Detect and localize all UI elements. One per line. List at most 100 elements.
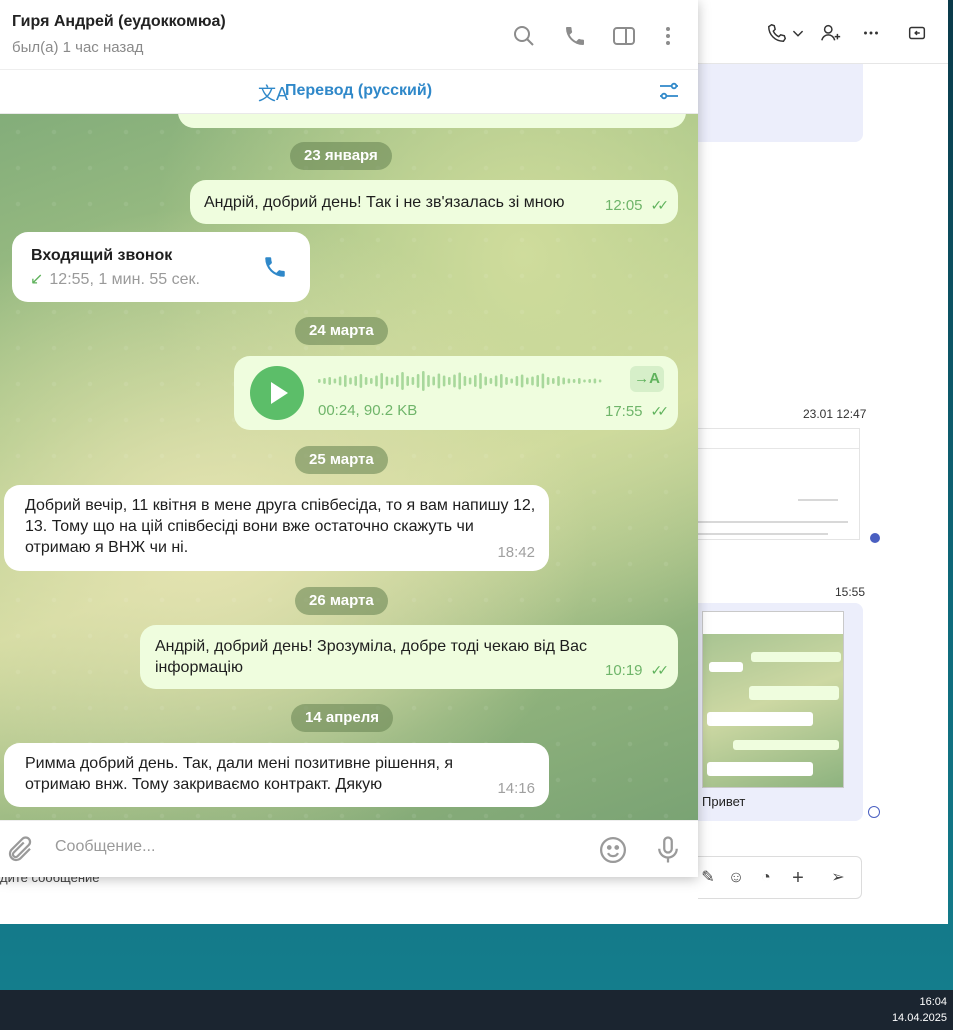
screenshot-thumbnail[interactable] <box>702 611 844 788</box>
waveform-bar <box>572 379 576 383</box>
call-back-phone-icon[interactable] <box>262 254 288 280</box>
sidebar-toggle-icon[interactable] <box>906 22 928 44</box>
waveform-bar <box>583 379 586 383</box>
waveform-bar <box>375 375 378 387</box>
background-message-text: Привет <box>702 794 746 809</box>
message-time: 14:16 <box>497 780 535 797</box>
waveform-bar <box>479 373 482 389</box>
waveform-bar <box>453 374 456 388</box>
date-separator: 14 апреля <box>291 704 394 732</box>
message-bubble-partial <box>178 114 686 128</box>
message-input[interactable]: Сообщение... <box>55 838 155 856</box>
sticker-icon[interactable]: ◔ <box>756 868 776 888</box>
waveform-bar <box>411 377 415 385</box>
background-composer[interactable]: ✎ ☺ ◔ + ➢ <box>698 856 862 899</box>
waveform-bar <box>318 379 321 383</box>
waveform-bar <box>598 379 602 383</box>
waveform-bar <box>536 375 539 387</box>
background-app-toolbar <box>698 0 948 64</box>
translate-bar[interactable]: 文A Перевод (русский) <box>0 70 698 114</box>
phone-icon[interactable] <box>766 22 788 44</box>
chat-header[interactable]: Гиря Андрей (еудоккомюа) был(а) 1 час на… <box>0 0 698 70</box>
waveform-bar <box>520 374 524 388</box>
clock-date: 14.04.2025 <box>891 1012 947 1024</box>
voice-waveform[interactable] <box>318 370 608 392</box>
more-horizontal-icon[interactable] <box>860 22 882 44</box>
waveform-bar <box>500 374 503 388</box>
waveform-bar <box>588 379 591 383</box>
background-attachment-preview[interactable] <box>698 428 860 540</box>
message-time: 10:19 <box>604 662 643 679</box>
waveform-bar <box>557 376 560 386</box>
voice-message[interactable]: 00:24, 90.2 KB →A 17:55 ✓✓ <box>234 356 678 430</box>
seen-icon <box>870 533 880 543</box>
waveform-bar <box>344 375 347 387</box>
waveform-bar <box>333 378 337 384</box>
message-text: Андрій, добрий день! Так і не зв'язалась… <box>204 194 565 211</box>
microphone-icon[interactable] <box>653 835 683 865</box>
message-composer: Сообщение... <box>0 820 698 877</box>
play-icon[interactable] <box>250 366 304 420</box>
waveform-bar <box>552 378 555 384</box>
plus-icon[interactable]: + <box>788 868 808 888</box>
attach-icon[interactable] <box>5 835 35 865</box>
waveform-bar <box>396 375 399 387</box>
send-icon[interactable]: ➢ <box>828 868 848 888</box>
emoji-icon[interactable] <box>598 835 628 865</box>
search-icon[interactable] <box>512 24 536 48</box>
read-status-icon <box>868 806 880 818</box>
double-check-icon: ✓✓ <box>650 403 670 419</box>
telegram-chat-window: Гиря Андрей (еудоккомюа) был(а) 1 час на… <box>0 0 698 877</box>
waveform-bar <box>567 378 571 384</box>
waveform-bar <box>489 378 493 384</box>
format-icon[interactable]: ✎ <box>698 868 718 888</box>
waveform-bar <box>364 377 368 385</box>
incoming-call-message[interactable]: Входящий звонок ↙ 12:55, 1 мин. 55 сек. <box>12 232 310 302</box>
waveform-bar <box>422 371 425 391</box>
message-time: 17:55 <box>604 403 643 420</box>
waveform-bar <box>531 376 534 386</box>
message-meta: 10:19 ✓✓ <box>604 660 669 681</box>
emoji-icon[interactable]: ☺ <box>726 868 746 888</box>
waveform-bar <box>328 377 331 385</box>
more-vertical-icon[interactable] <box>656 24 680 48</box>
background-timestamp: 23.01 12:47 <box>803 407 867 421</box>
date-separator: 24 марта <box>295 317 388 345</box>
translate-settings-icon[interactable] <box>657 79 681 103</box>
waveform-bar <box>416 374 420 388</box>
waveform-bar <box>515 376 519 386</box>
waveform-bar <box>437 373 441 389</box>
waveform-bar <box>562 377 565 385</box>
incoming-message[interactable]: Римма добрий день. Так, дали мені позити… <box>4 743 549 807</box>
waveform-bar <box>427 375 430 387</box>
waveform-bar <box>484 376 487 386</box>
add-user-icon[interactable] <box>820 22 842 44</box>
waveform-bar <box>359 374 363 388</box>
outgoing-message[interactable]: Андрій, добрий день! Зрозуміла, добре то… <box>140 625 678 689</box>
waveform-bar <box>406 376 409 386</box>
chevron-down-icon[interactable] <box>790 22 806 44</box>
call-detail-row: ↙ 12:55, 1 мин. 55 сек. <box>30 269 200 290</box>
message-time: 18:42 <box>497 544 535 561</box>
waveform-bar <box>458 372 461 390</box>
waveform-bar <box>541 373 545 389</box>
incoming-arrow-icon: ↙ <box>30 271 44 288</box>
contact-name[interactable]: Гиря Андрей (еудоккомюа) <box>12 13 226 31</box>
phone-icon[interactable] <box>563 24 587 48</box>
waveform-bar <box>474 375 477 387</box>
date-separator: 26 марта <box>295 587 388 615</box>
date-separator: 23 января <box>290 142 392 170</box>
waveform-bar <box>468 377 472 385</box>
date-separator: 25 марта <box>295 446 388 474</box>
translate-label[interactable]: Перевод (русский) <box>285 82 432 100</box>
message-time: 12:05 <box>604 197 643 214</box>
incoming-message[interactable]: Добрий вечір, 11 квітня в мене друга спі… <box>4 485 549 571</box>
waveform-bar <box>354 376 357 386</box>
call-detail: 12:55, 1 мин. 55 сек. <box>49 271 200 288</box>
transcribe-button[interactable]: →A <box>630 366 664 392</box>
message-text: Римма добрий день. Так, дали мені позити… <box>25 755 454 793</box>
chat-messages-area[interactable]: 23 января Андрій, добрий день! Так і не … <box>0 114 698 820</box>
outgoing-message[interactable]: Андрій, добрий день! Так і не зв'язалась… <box>190 180 678 224</box>
taskbar-clock[interactable]: 16:04 14.04.2025 <box>892 994 947 1026</box>
sidebar-panel-icon[interactable] <box>612 24 636 48</box>
